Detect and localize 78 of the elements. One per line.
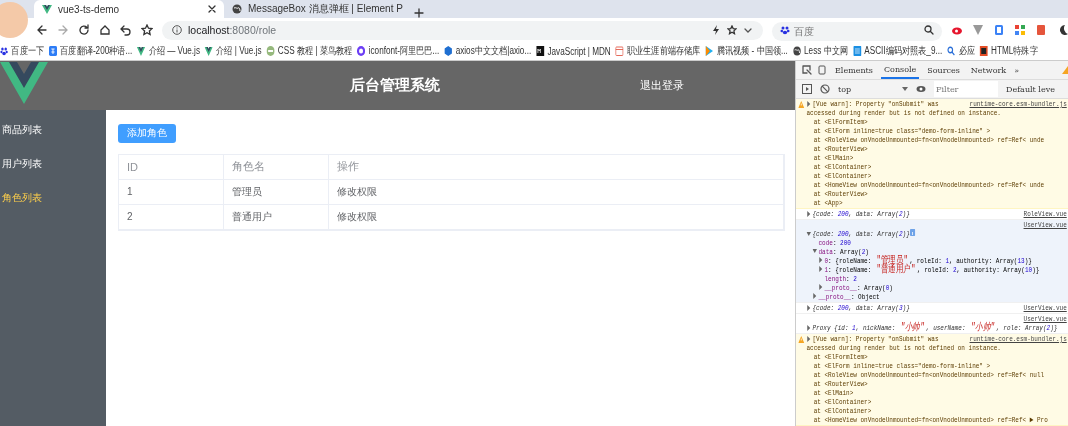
filter-field[interactable]: Filter xyxy=(934,81,998,97)
stack-line: accessed during render but is not defined on instance. xyxy=(806,108,1002,117)
log-object[interactable]: {code: 200, data: Array(2)} xyxy=(806,209,910,218)
bookmark[interactable]: 百度一下 xyxy=(11,44,44,58)
table-cell: 2 xyxy=(119,204,224,230)
app-title: 后台管理系统 xyxy=(350,76,440,95)
stack-line: at <ElFormItem> xyxy=(812,352,869,361)
source-link[interactable]: UserView.vue xyxy=(1023,220,1067,229)
devtools-tab[interactable]: Sources xyxy=(924,61,963,79)
stack-line: at <RoleView onVnodeUnmounted=fn<onVnodeUnmounted> ref=Ref< null xyxy=(812,370,1046,379)
stack-line: at <ElMain> xyxy=(812,388,855,397)
stack-line: accessed during render but is not defined on instance. xyxy=(806,343,1002,352)
stack-line: at <App> xyxy=(812,198,844,207)
stack-line: at <RoleView onVnodeUnmounted=fn<onVnodeUnmounted> ref=Ref< unde xyxy=(812,135,1046,144)
log-object[interactable]: Proxy {id: 1, nickName: "小帅", userName: "小帅", role: Array(2)} xyxy=(806,323,1058,332)
edit-permission-link[interactable]: 修改权限 xyxy=(329,179,784,205)
stack-line: at <ElForm inline=true class="demo-form-inline" > xyxy=(812,361,992,370)
menu-item[interactable]: 商品列表 xyxy=(0,120,106,140)
warning-message[interactable]: [Vue warn]: Property "onSubmit" was xyxy=(806,334,939,343)
bookmark[interactable]: 介绍 — Vue.js xyxy=(148,44,200,58)
object-property: length: 2 xyxy=(824,274,857,283)
source-link[interactable]: RoleView.vue xyxy=(1023,209,1067,218)
bookmark[interactable]: axios中文文档|axio... xyxy=(455,44,532,58)
object-property[interactable]: 0: {roleName: "管理员", roleId: 1, authority: Array(13)} xyxy=(824,256,1032,265)
stack-line: at <HomeView onVnodeUnmounted=fn<onVnodeUnmounted> ref=Ref< unde xyxy=(812,180,1046,189)
bookmark[interactable]: ASCII编码对照表_9... xyxy=(864,44,943,58)
stack-line: at <ElContainer> xyxy=(812,397,873,406)
log-object[interactable]: {code: 200, data: Array(3)} xyxy=(806,303,910,312)
bookmark[interactable]: 必应 xyxy=(958,44,975,58)
menu-item[interactable]: 角色列表 xyxy=(0,188,106,208)
column-header: ID xyxy=(119,154,224,180)
stack-line: at <ElForm inline=true class="demo-form-inline" > xyxy=(812,126,992,135)
source-link[interactable]: runtime-core.esm-bundler.js xyxy=(969,334,1067,343)
stack-line: at <RouterView> xyxy=(812,189,869,198)
stack-line: at <ElContainer> xyxy=(812,162,873,171)
bookmark[interactable]: 腾讯视频 - 中国领... xyxy=(716,44,788,58)
more-tabs-button[interactable]: » xyxy=(1014,65,1020,75)
log-levels-select[interactable]: Default leve xyxy=(1006,84,1055,94)
bookmark[interactable]: Less 中文网 xyxy=(804,44,848,58)
table-cell: 1 xyxy=(119,179,224,205)
table-cell: 普通用户 xyxy=(224,204,329,230)
object-property[interactable]: __proto__: Object xyxy=(818,292,880,301)
search-field[interactable]: 百度 xyxy=(772,21,942,41)
stack-line: at <RouterView> xyxy=(812,144,869,153)
context-select[interactable]: top xyxy=(838,84,908,94)
bookmark[interactable]: HTML特殊字 xyxy=(991,44,1038,58)
menu-item[interactable]: 用户列表 xyxy=(0,154,106,174)
source-link[interactable]: UserView.vue xyxy=(1023,314,1067,323)
log-object[interactable]: {code: 200, data: Array(2)} xyxy=(806,229,910,238)
stack-line: at <ElContainer> xyxy=(812,171,873,180)
devtools-tab[interactable]: Elements xyxy=(832,61,876,79)
stack-line: at <HomeView onVnodeUnmounted=fn<onVnodeUnmounted> ref=Ref< ▶ Pro xyxy=(812,415,1049,424)
object-property: code: 200 xyxy=(818,238,851,247)
bookmark[interactable]: 百度翻译-200种语... xyxy=(60,44,133,58)
bookmark[interactable]: 介绍 | Vue.js xyxy=(216,44,262,58)
bookmark[interactable]: iconfont-阿里巴巴... xyxy=(368,44,440,58)
browser-tab[interactable]: vue3-ts-demo xyxy=(34,0,224,18)
logout-link[interactable]: 退出登录 xyxy=(640,78,684,93)
source-link[interactable]: runtime-core.esm-bundler.js xyxy=(969,99,1067,108)
browser-tab[interactable]: MessageBox 消息弹框 | Element P xyxy=(224,0,414,18)
stack-line: at <ElMain> xyxy=(812,153,855,162)
stack-line: at <RouterView> xyxy=(812,379,869,388)
column-header: 操作 xyxy=(329,154,784,180)
warning-message[interactable]: [Vue warn]: Property "onSubmit" was xyxy=(806,99,939,108)
table-cell: 管理员 xyxy=(224,179,329,205)
stack-line: at <ElContainer> xyxy=(812,406,873,415)
stack-line: at <ElFormItem> xyxy=(812,117,869,126)
bookmark[interactable]: JavaScript | MDN xyxy=(547,45,611,57)
address-bar[interactable]: localhost:8080/role xyxy=(162,20,763,40)
column-header: 角色名 xyxy=(224,154,329,180)
source-link[interactable]: UserView.vue xyxy=(1023,303,1067,312)
object-property[interactable]: __proto__: Array(0) xyxy=(824,283,893,292)
object-property[interactable]: 1: {roleName: "普通用户", roleId: 2, authority: Array(10)} xyxy=(824,265,1040,274)
devtools-tab[interactable]: Network xyxy=(967,61,1010,79)
bookmark[interactable]: 职业生涯前端存储库 xyxy=(627,44,701,58)
bookmark[interactable]: CSS 教程 | 菜鸟教程 xyxy=(277,44,353,58)
object-property[interactable]: data: Array(2) xyxy=(818,247,869,256)
edit-permission-link[interactable]: 修改权限 xyxy=(329,204,784,230)
